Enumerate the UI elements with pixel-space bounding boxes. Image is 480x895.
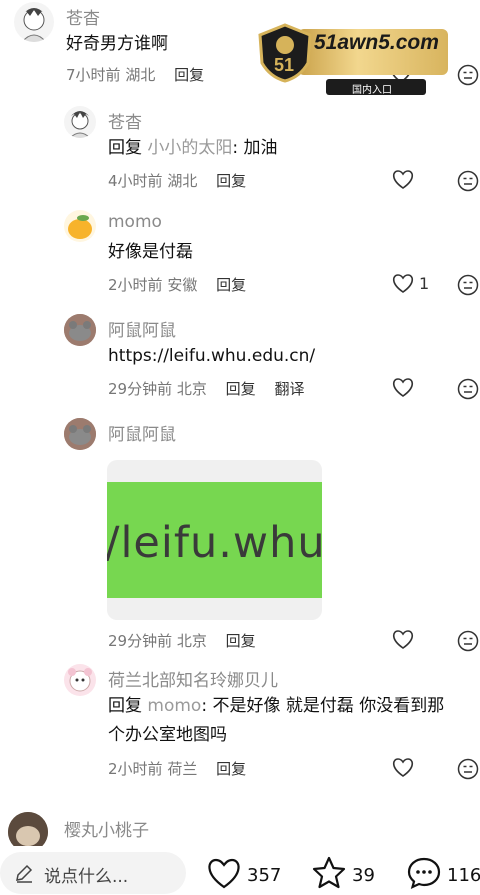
comment-location: 荷兰 — [167, 760, 198, 778]
ad-badge-text: 51 — [274, 55, 294, 75]
comment-link[interactable]: https://leifu.whu.edu.cn/ — [108, 342, 315, 371]
comment-time: 7小时前 — [66, 66, 121, 84]
comment-text: 好像是付磊 — [108, 242, 193, 262]
comment-author[interactable]: momo — [108, 212, 162, 232]
comment-text: 回复 momo: 不是好像 就是付磊 你没看到那 个办公室地图吗 — [108, 692, 444, 750]
comment-meta: 4小时前 湖北 回复 — [108, 170, 246, 191]
comment-time: 29分钟前 — [108, 632, 173, 650]
comment-author[interactable]: 荷兰北部知名玲娜贝儿 — [108, 666, 278, 691]
translate-button[interactable]: 翻译 — [274, 380, 304, 398]
heart-outline-icon[interactable] — [392, 274, 414, 294]
star-outline-icon[interactable] — [311, 855, 347, 891]
comment-location: 湖北 — [125, 66, 156, 84]
ad-shield-icon: 51 — [258, 23, 312, 83]
heart-outline-icon[interactable] — [206, 858, 242, 890]
reply-prefix: 回复 — [108, 138, 142, 158]
comment-meta: 2小时前 荷兰 回复 — [108, 758, 246, 779]
ad-entry-label: 国内入口 — [352, 85, 392, 96]
avatar[interactable] — [64, 418, 96, 450]
comment-time: 4小时前 — [108, 172, 163, 190]
comment-input-placeholder: 说点什么... — [44, 867, 129, 887]
comment-author[interactable]: 苍杳 — [66, 4, 100, 29]
reply-button[interactable]: 回复 — [216, 276, 246, 294]
pencil-icon — [14, 863, 34, 887]
meh-face-icon[interactable] — [457, 170, 479, 192]
avatar[interactable] — [64, 106, 96, 138]
comment-time: 2小时前 — [108, 760, 163, 778]
reply-to-user[interactable]: 小小的太阳 — [147, 138, 232, 158]
comment-input[interactable]: 说点什么... — [0, 852, 186, 894]
comment-meta: 7小时前 湖北 回复 — [66, 64, 204, 85]
reply-button[interactable]: 回复 — [216, 172, 246, 190]
reply-prefix: 回复 — [108, 696, 142, 716]
image-text: /leifu.whu — [107, 518, 322, 568]
comment-time: 29分钟前 — [108, 380, 173, 398]
comment-image[interactable]: /leifu.whu — [107, 460, 322, 620]
avatar[interactable] — [64, 210, 96, 242]
reply-button[interactable]: 回复 — [216, 760, 246, 778]
like-count: 357 — [247, 865, 282, 886]
reply-body-2: 个办公室地图吗 — [108, 725, 227, 745]
reply-to-user[interactable]: momo — [147, 696, 201, 716]
comment-author[interactable]: 樱丸小桃子 — [64, 816, 149, 841]
reply-body: : 加油 — [232, 138, 278, 158]
avatar[interactable] — [14, 2, 54, 42]
ad-domain: 51awn5.com — [314, 31, 439, 54]
heart-outline-icon[interactable] — [392, 378, 414, 398]
comment-author[interactable]: 阿鼠阿鼠 — [108, 316, 176, 341]
comment-meta: 2小时前 安徽 回复 — [108, 274, 246, 295]
comment-author[interactable]: 苍杳 — [108, 108, 142, 133]
chat-bubble-icon[interactable] — [406, 856, 442, 890]
comment-count: 116 — [447, 865, 480, 886]
comment-text: 好奇男方谁啊 — [66, 34, 168, 54]
comment-text: 回复 小小的太阳: 加油 — [108, 134, 278, 163]
comment-time: 2小时前 — [108, 276, 163, 294]
favorite-count: 39 — [352, 865, 375, 886]
heart-outline-icon[interactable] — [392, 758, 414, 778]
comment-line-1: 回复 momo: 不是好像 就是付磊 你没看到那 — [108, 692, 444, 721]
heart-outline-icon[interactable] — [392, 170, 414, 190]
comment-location: 北京 — [176, 380, 207, 398]
reply-button[interactable]: 回复 — [226, 632, 256, 650]
meh-face-icon[interactable] — [457, 378, 479, 400]
meh-face-icon[interactable] — [457, 274, 479, 296]
comment-meta: 29分钟前 北京 回复 翻译 — [108, 378, 304, 399]
meh-face-icon[interactable] — [457, 64, 479, 86]
avatar[interactable] — [64, 314, 96, 346]
meh-face-icon[interactable] — [457, 758, 479, 780]
comment-location: 安徽 — [167, 276, 198, 294]
comment-location: 湖北 — [167, 172, 198, 190]
reply-button[interactable]: 回复 — [226, 380, 256, 398]
like-count: 1 — [419, 274, 430, 293]
comment-meta: 29分钟前 北京 回复 — [108, 630, 256, 651]
reply-body-1: : 不是好像 就是付磊 你没看到那 — [201, 696, 445, 716]
heart-outline-icon[interactable] — [392, 630, 414, 650]
ad-banner[interactable]: 51 51awn5.com 国内入口 — [256, 23, 456, 96]
meh-face-icon[interactable] — [457, 630, 479, 652]
comment-author[interactable]: 阿鼠阿鼠 — [108, 420, 176, 445]
avatar[interactable] — [64, 664, 96, 696]
reply-button[interactable]: 回复 — [174, 66, 204, 84]
comment-location: 北京 — [176, 632, 207, 650]
